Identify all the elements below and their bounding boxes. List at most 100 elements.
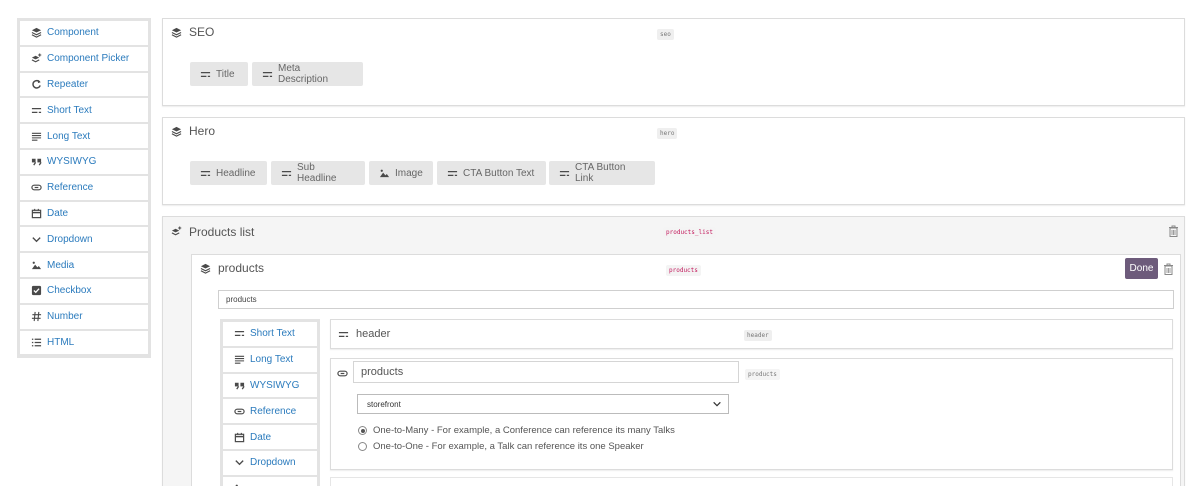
palette-item-label: Component Picker — [47, 53, 130, 65]
long-text-icon — [233, 354, 245, 366]
select-value: storefront — [367, 399, 401, 409]
palette-item-reference[interactable]: Reference — [20, 175, 148, 200]
radio-checked[interactable] — [358, 426, 367, 435]
link-icon — [337, 370, 348, 377]
palette-item-media-partial[interactable] — [223, 476, 317, 486]
image-icon — [379, 168, 390, 179]
chevron-down-icon — [30, 233, 42, 245]
trash-icon[interactable] — [1163, 263, 1174, 275]
inner-field-palette: Short Text Long Text WYSIWYG Reference D… — [220, 319, 320, 486]
palette-item-date[interactable]: Date — [20, 201, 148, 226]
layers-icon — [170, 125, 182, 137]
palette-item-label: Long Text — [250, 354, 294, 366]
products-list-title: Products list — [189, 224, 255, 239]
trash-icon[interactable] — [1168, 225, 1179, 237]
palette-item-reference[interactable]: Reference — [223, 399, 317, 424]
chevron-down-icon — [233, 457, 245, 469]
short-text-icon — [447, 168, 458, 179]
header-field-card: header header — [330, 319, 1173, 349]
palette-item-label: Component — [47, 27, 99, 39]
chevron-down-icon — [713, 401, 721, 407]
radio-one-to-one[interactable]: One-to-One - For example, a Talk can ref… — [358, 441, 644, 452]
layers-plus-icon — [30, 53, 42, 65]
short-text-icon — [200, 168, 211, 179]
hero-field-headline[interactable]: Headline — [190, 161, 267, 185]
products-list-component-panel: Products list products_list products pro… — [162, 216, 1185, 486]
palette-item-label: Dropdown — [47, 233, 93, 245]
quote-icon — [30, 156, 42, 168]
calendar-icon — [30, 207, 42, 219]
palette-item-label: Number — [47, 311, 83, 323]
reference-name-input[interactable] — [353, 361, 739, 383]
radio-one-to-many[interactable]: One-to-Many - For example, a Conference … — [358, 425, 675, 436]
palette-item-number[interactable]: Number — [20, 304, 148, 329]
quote-icon — [233, 379, 245, 391]
palette-item-label: Date — [250, 431, 272, 443]
seo-field-meta-description[interactable]: Meta Description — [252, 62, 363, 86]
link-icon — [233, 405, 245, 417]
palette-item-date[interactable]: Date — [223, 425, 317, 449]
palette-item-component[interactable]: Component — [20, 21, 148, 45]
products-title: products — [218, 261, 265, 275]
done-button[interactable]: Done — [1125, 258, 1158, 279]
hero-api-id: hero — [657, 128, 678, 139]
header-field-api-id: header — [744, 330, 772, 341]
reference-target-select[interactable]: storefront — [357, 394, 729, 414]
palette-item-short-text[interactable]: Short Text — [223, 322, 317, 346]
palette-item-label: Date — [47, 207, 69, 219]
reference-field-card: products storefront One-to-Many - For ex… — [330, 358, 1173, 470]
hero-field-sub-headline[interactable]: Sub Headline — [271, 161, 365, 185]
palette-item-checkbox[interactable]: Checkbox — [20, 278, 148, 303]
hash-icon — [30, 311, 42, 323]
layers-icon — [170, 26, 182, 38]
palette-item-long-text[interactable]: Long Text — [20, 124, 148, 148]
palette-item-html[interactable]: HTML — [20, 330, 148, 355]
palette-item-long-text[interactable]: Long Text — [223, 347, 317, 372]
short-text-icon — [262, 69, 273, 80]
field-palette: Component Component Picker Repeater Shor… — [17, 18, 151, 358]
seo-field-title[interactable]: Title — [190, 62, 248, 86]
radio-label: One-to-One - For example, a Talk can ref… — [373, 441, 644, 452]
palette-item-wysiwyg[interactable]: WYSIWYG — [223, 373, 317, 398]
hero-field-image[interactable]: Image — [369, 161, 433, 185]
hero-field-cta-button-link[interactable]: CTA Button Link — [549, 161, 655, 185]
component-name-input[interactable] — [218, 290, 1174, 309]
palette-item-label: Repeater — [47, 78, 89, 90]
layers-plus-icon — [170, 226, 182, 238]
palette-item-label: Media — [47, 259, 75, 271]
seo-api-id: seo — [657, 29, 674, 40]
header-field-title: header — [356, 328, 391, 340]
products-component-panel: products products Done Short Text Long T… — [191, 254, 1181, 486]
palette-item-label: HTML — [47, 336, 75, 348]
palette-item-label: Reference — [47, 182, 94, 194]
palette-item-short-text[interactable]: Short Text — [20, 98, 148, 123]
palette-item-label: Short Text — [250, 328, 295, 340]
field-chip-label: CTA Button Text — [463, 167, 535, 179]
checkbox-icon — [30, 285, 42, 297]
palette-item-label: Short Text — [47, 104, 92, 116]
field-chip-label: Meta Description — [278, 63, 329, 85]
repeat-icon — [30, 78, 42, 90]
palette-item-label: Reference — [250, 405, 297, 417]
short-text-icon — [30, 104, 42, 116]
layers-icon — [199, 262, 211, 274]
radio-unchecked[interactable] — [358, 442, 367, 451]
palette-item-repeater[interactable]: Repeater — [20, 72, 148, 97]
hero-field-cta-button-text[interactable]: CTA Button Text — [437, 161, 546, 185]
field-chip-label: Title — [216, 68, 235, 80]
palette-item-dropdown[interactable]: Dropdown — [223, 450, 317, 475]
short-text-icon — [233, 328, 245, 340]
short-text-icon — [559, 168, 570, 179]
palette-item-dropdown[interactable]: Dropdown — [20, 227, 148, 252]
palette-item-component-picker[interactable]: Component Picker — [20, 46, 148, 71]
hero-component-panel: Hero hero Headline Sub Headline Image CT… — [162, 117, 1185, 205]
seo-title: SEO — [189, 25, 215, 39]
list-icon — [30, 336, 42, 348]
field-chip-label: Headline — [216, 167, 256, 179]
palette-item-label: Checkbox — [47, 285, 92, 297]
palette-item-wysiwyg[interactable]: WYSIWYG — [20, 149, 148, 174]
products-list-api-id: products_list — [663, 227, 716, 238]
palette-item-label: WYSIWYG — [250, 379, 300, 391]
palette-item-media[interactable]: Media — [20, 253, 148, 277]
calendar-icon — [233, 431, 245, 443]
